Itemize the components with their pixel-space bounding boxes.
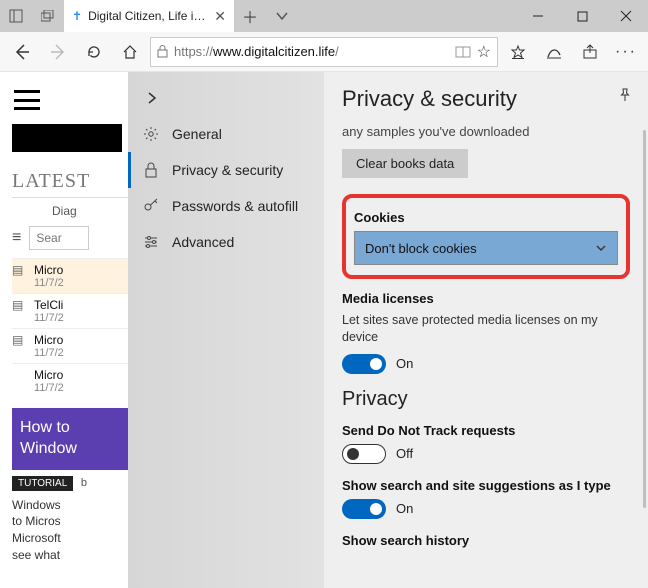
cookies-heading: Cookies [354, 210, 618, 225]
tab-close-icon[interactable]: ✕ [214, 8, 226, 25]
settings-sidebar: General Privacy & security Passwords & a… [128, 72, 324, 588]
lock-icon [157, 45, 168, 58]
search-history-heading: Show search history [342, 533, 630, 548]
favorites-list-icon[interactable] [502, 36, 534, 68]
sidebar-item-label: General [172, 126, 222, 142]
article-icon: ▤ [12, 263, 28, 289]
browser-tab[interactable]: ✝ Digital Citizen, Life in a ✕ [64, 0, 234, 32]
site-logo[interactable] [12, 124, 122, 152]
new-tab-button[interactable]: ＋ [234, 4, 266, 28]
suggestions-heading: Show search and site suggestions as I ty… [342, 478, 630, 493]
window-titlebar: ✝ Digital Citizen, Life in a ✕ ＋ [0, 0, 648, 32]
sidebar-item-label: Passwords & autofill [172, 198, 298, 214]
dnt-state: Off [396, 446, 413, 461]
sidebar-item-label: Privacy & security [172, 162, 283, 178]
sliders-icon [142, 234, 160, 250]
article-icon: ▤ [12, 298, 28, 324]
media-licenses-toggle[interactable] [342, 354, 386, 374]
sidebar-item-label: Advanced [172, 234, 234, 250]
cookies-selected-value: Don't block cookies [365, 241, 477, 256]
media-licenses-heading: Media licenses [342, 291, 630, 306]
gear-icon [142, 126, 160, 142]
sidebar-item-general[interactable]: General [128, 116, 324, 152]
back-button[interactable] [6, 36, 38, 68]
key-icon [142, 198, 160, 214]
sidebar-item-passwords-autofill[interactable]: Passwords & autofill [128, 188, 324, 224]
favorite-star-icon[interactable]: ☆ [477, 42, 491, 62]
home-button[interactable] [114, 36, 146, 68]
filter-icon[interactable]: ≡ [12, 229, 21, 247]
refresh-button[interactable] [78, 36, 110, 68]
cookies-highlight: Cookies Don't block cookies [342, 194, 630, 279]
suggestions-toggle[interactable] [342, 499, 386, 519]
sidebar-toggle-icon[interactable] [0, 9, 32, 23]
sidebar-item-privacy-security[interactable]: Privacy & security [128, 152, 324, 188]
site-search-input[interactable] [29, 226, 89, 250]
byline: b [81, 477, 87, 489]
samples-text: any samples you've downloaded [342, 124, 630, 139]
scrollbar[interactable] [643, 130, 646, 508]
sidebar-item-advanced[interactable]: Advanced [128, 224, 324, 260]
share-icon[interactable] [574, 36, 606, 68]
url-text: https://www.digitalcitizen.life/ [174, 44, 449, 59]
cookies-dropdown[interactable]: Don't block cookies [354, 231, 618, 265]
favicon-icon: ✝ [72, 9, 82, 23]
tutorial-badge: TUTORIAL [12, 476, 73, 491]
article-icon: ▤ [12, 333, 28, 359]
window-minimize-button[interactable] [516, 0, 560, 32]
suggestions-state: On [396, 501, 413, 516]
privacy-heading: Privacy [342, 388, 630, 411]
settings-panel: General Privacy & security Passwords & a… [128, 72, 648, 588]
diag-label: Diag [52, 204, 77, 218]
pin-icon[interactable] [618, 88, 632, 102]
notes-icon[interactable] [538, 36, 570, 68]
media-licenses-desc: Let sites save protected media licenses … [342, 312, 630, 346]
toolbar: https://www.digitalcitizen.life/ ☆ ··· [0, 32, 648, 72]
dnt-toggle[interactable] [342, 444, 386, 464]
window-maximize-button[interactable] [560, 0, 604, 32]
more-menu-icon[interactable]: ··· [610, 36, 642, 68]
forward-button[interactable] [42, 36, 74, 68]
clear-books-data-button[interactable]: Clear books data [342, 149, 468, 178]
address-bar[interactable]: https://www.digitalcitizen.life/ ☆ [150, 37, 498, 67]
tabs-overview-icon[interactable] [32, 10, 64, 22]
settings-back-button[interactable] [134, 80, 170, 116]
tab-title: Digital Citizen, Life in a [88, 9, 208, 23]
tabs-dropdown-icon[interactable] [266, 10, 298, 22]
site-menu-icon[interactable] [14, 90, 40, 110]
media-licenses-state: On [396, 356, 413, 371]
settings-title: Privacy & security [342, 86, 630, 112]
settings-detail: Privacy & security any samples you've do… [324, 72, 648, 588]
lock-icon [142, 162, 160, 178]
chevron-down-icon [595, 242, 607, 254]
window-close-button[interactable] [604, 0, 648, 32]
reading-view-icon[interactable] [455, 46, 471, 58]
dnt-heading: Send Do Not Track requests [342, 423, 630, 438]
